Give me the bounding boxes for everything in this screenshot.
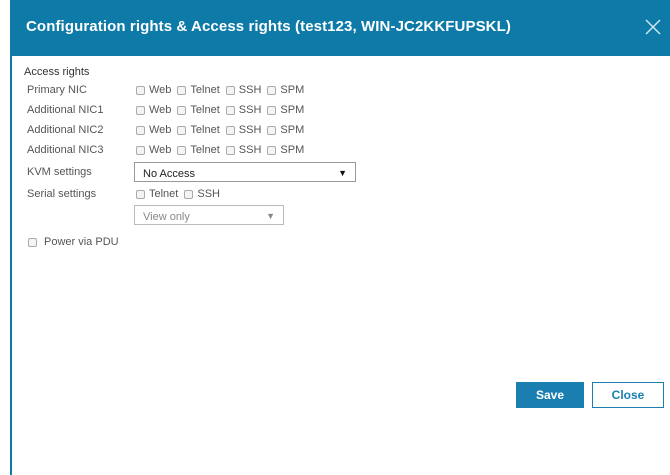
option-ssh[interactable]: SSH [225, 124, 261, 136]
web-checkbox[interactable] [136, 125, 145, 135]
web-checkbox[interactable] [136, 105, 145, 115]
nic1-label: Additional NIC1 [27, 104, 104, 116]
dialog-title: Configuration rights & Access rights (te… [26, 18, 511, 35]
ssh-checkbox[interactable] [225, 125, 235, 135]
dialog-body: Access rights Primary NIC Web Telnet SSH… [10, 56, 670, 475]
serial-mode-value: View only [143, 211, 190, 223]
power-pdu-checkbox[interactable] [28, 237, 37, 247]
kvm-settings-select[interactable]: No Access ▼ [134, 162, 356, 182]
option-spm[interactable]: SPM [267, 84, 304, 96]
telnet-checkbox[interactable] [177, 145, 187, 155]
option-web[interactable]: Web [136, 124, 171, 136]
telnet-checkbox[interactable] [177, 105, 187, 115]
web-checkbox[interactable] [136, 145, 145, 155]
close-icon[interactable] [642, 16, 664, 38]
nic3-label: Additional NIC3 [27, 144, 104, 156]
telnet-checkbox[interactable] [177, 125, 187, 135]
dropdown-arrow-icon: ▼ [266, 211, 275, 221]
option-telnet[interactable]: Telnet [177, 84, 220, 96]
option-web[interactable]: Web [136, 144, 171, 156]
option-telnet[interactable]: Telnet [177, 144, 220, 156]
ssh-checkbox[interactable] [225, 85, 235, 95]
nic1-options: Web Telnet SSH SPM [136, 104, 310, 116]
kvm-settings-label: KVM settings [27, 166, 92, 178]
close-button[interactable]: Close [592, 382, 664, 408]
nic2-options: Web Telnet SSH SPM [136, 124, 310, 136]
option-ssh[interactable]: SSH [225, 104, 261, 116]
option-spm[interactable]: SPM [267, 104, 304, 116]
spm-checkbox[interactable] [267, 145, 277, 155]
option-telnet[interactable]: Telnet [136, 188, 178, 200]
serial-settings-label: Serial settings [27, 188, 97, 200]
power-pdu-label: Power via PDU [44, 236, 119, 248]
power-pdu-option[interactable]: Power via PDU [28, 236, 119, 248]
telnet-checkbox[interactable] [136, 189, 145, 199]
spm-checkbox[interactable] [267, 125, 277, 135]
serial-options: Telnet SSH [136, 188, 226, 200]
option-web[interactable]: Web [136, 84, 171, 96]
option-spm[interactable]: SPM [267, 124, 304, 136]
option-ssh[interactable]: SSH [225, 144, 261, 156]
dropdown-arrow-icon: ▼ [338, 168, 347, 178]
nic2-label: Additional NIC2 [27, 124, 104, 136]
primary-nic-options: Web Telnet SSH SPM [136, 84, 310, 96]
option-telnet[interactable]: Telnet [177, 104, 220, 116]
kvm-selected-value: No Access [143, 168, 195, 180]
web-checkbox[interactable] [136, 85, 145, 95]
option-ssh[interactable]: SSH [225, 84, 261, 96]
telnet-checkbox[interactable] [177, 85, 187, 95]
access-rights-heading: Access rights [24, 66, 90, 78]
option-spm[interactable]: SPM [267, 144, 304, 156]
save-button[interactable]: Save [516, 382, 584, 408]
config-rights-dialog: Configuration rights & Access rights (te… [10, 0, 670, 475]
primary-nic-label: Primary NIC [27, 84, 87, 96]
spm-checkbox[interactable] [267, 105, 277, 115]
spm-checkbox[interactable] [267, 85, 277, 95]
ssh-checkbox[interactable] [225, 105, 235, 115]
serial-mode-select[interactable]: View only ▼ [134, 205, 284, 225]
nic3-options: Web Telnet SSH SPM [136, 144, 310, 156]
option-telnet[interactable]: Telnet [177, 124, 220, 136]
ssh-checkbox[interactable] [225, 145, 235, 155]
option-web[interactable]: Web [136, 104, 171, 116]
option-ssh[interactable]: SSH [184, 188, 220, 200]
dialog-titlebar: Configuration rights & Access rights (te… [10, 0, 670, 56]
ssh-checkbox[interactable] [184, 189, 194, 199]
